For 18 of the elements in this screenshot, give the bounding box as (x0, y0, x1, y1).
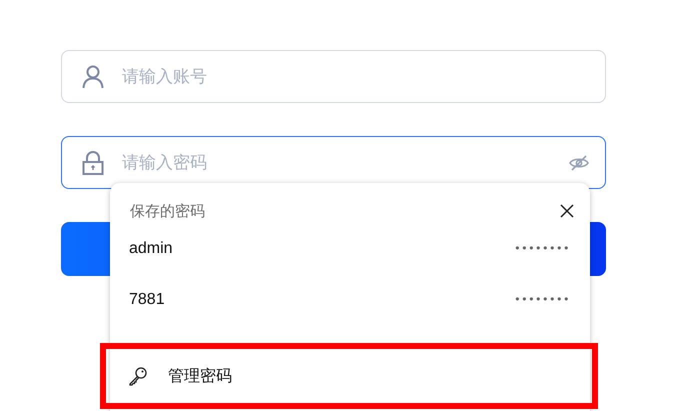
account-input[interactable]: 请输入账号 (120, 66, 589, 88)
account-field[interactable]: 请输入账号 (61, 50, 606, 103)
manage-passwords-label: 管理密码 (168, 366, 232, 386)
password-input[interactable]: 请输入密码 (120, 152, 569, 174)
key-icon (128, 366, 148, 386)
username: 7881 (129, 290, 165, 308)
password-mask: •••••••• (514, 242, 570, 255)
close-icon[interactable] (560, 204, 574, 218)
user-icon (82, 64, 104, 88)
hidden-eye-icon[interactable] (569, 154, 589, 170)
password-mask: •••••••• (514, 293, 570, 306)
lock-icon (82, 150, 104, 174)
saved-password-entry[interactable]: 7881 •••••••• (110, 274, 590, 325)
saved-password-entry[interactable]: admin •••••••• (110, 223, 590, 274)
password-field[interactable]: 请输入密码 (61, 136, 606, 189)
manage-passwords-item[interactable]: 管理密码 (110, 345, 590, 407)
popup-title: 保存的密码 (130, 202, 205, 220)
username: admin (129, 240, 173, 258)
